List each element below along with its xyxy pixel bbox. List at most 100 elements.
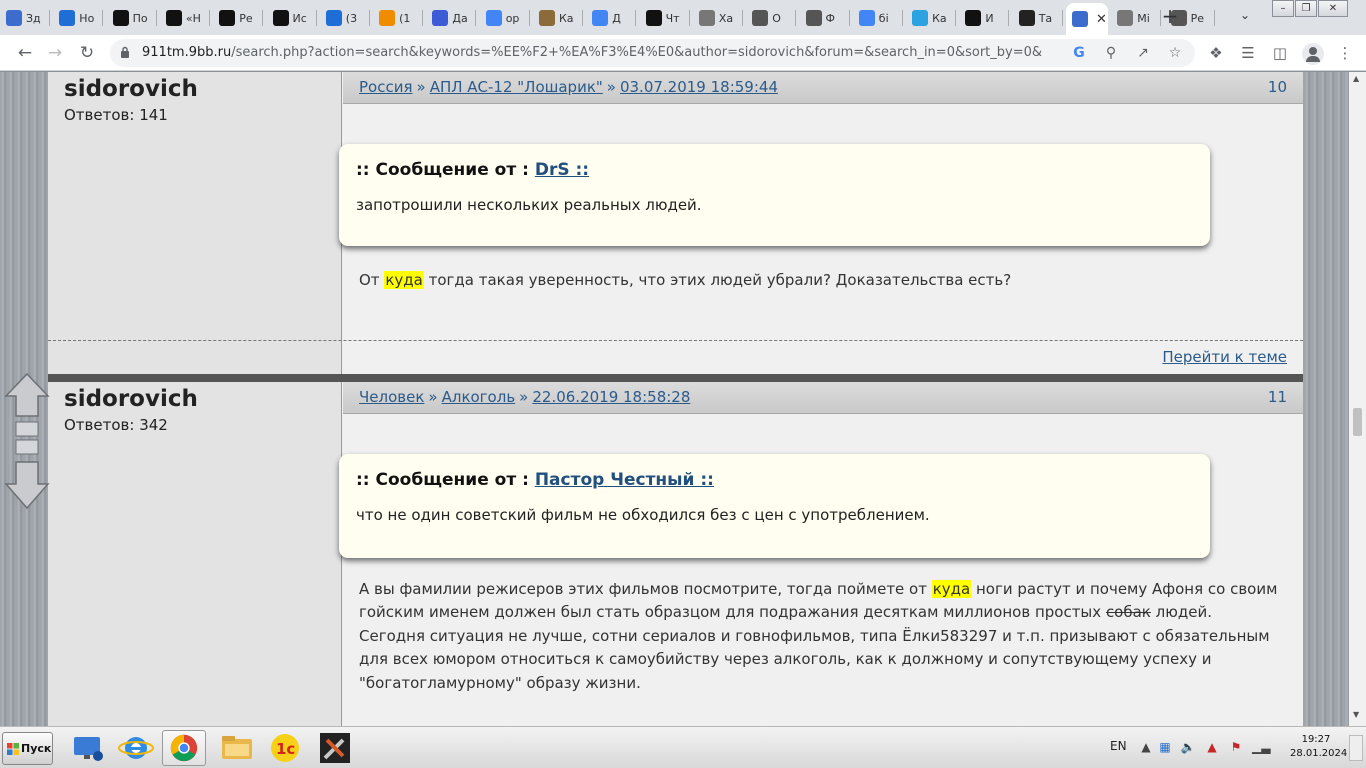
google-lens-icon[interactable]: G	[1070, 44, 1088, 62]
quote-header: :: Сообщение от : DrS ::	[356, 160, 590, 180]
restore-button[interactable]: ❐	[1295, 0, 1317, 17]
show-desktop-app-icon[interactable]	[66, 730, 110, 766]
scrollbar-thumb[interactable]	[1353, 408, 1362, 436]
browser-tab[interactable]: бі	[853, 6, 903, 30]
show-desktop-button[interactable]	[1349, 735, 1363, 761]
tab-title: О	[772, 11, 781, 25]
browser-tab[interactable]: (1	[373, 6, 424, 30]
vertical-scrollbar[interactable]: ▲ ▼	[1349, 72, 1366, 726]
share-icon[interactable]: ↗	[1134, 44, 1152, 62]
page-up-icon	[15, 421, 39, 437]
tab-search-chevron-icon[interactable]: ⌄	[1240, 8, 1250, 22]
browser-tab[interactable]: О	[746, 6, 797, 30]
post-line: гойским именем должен был стать образцом…	[359, 603, 1212, 622]
forward-arrow-icon[interactable]: →	[44, 42, 66, 64]
volume-icon[interactable]: 🔈	[1180, 739, 1196, 755]
browser-tab[interactable]: Зд	[0, 6, 50, 30]
close-window-button[interactable]: ✕	[1318, 0, 1348, 17]
breadcrumb-topic-link[interactable]: Алкоголь	[442, 388, 516, 406]
browser-tab[interactable]: Та	[1013, 6, 1063, 30]
tab-title: Мі	[1137, 11, 1150, 25]
network-tray-icon[interactable]: ▦	[1157, 739, 1173, 755]
post-header: Человек» Алкоголь» 22.06.2019 18:58:28 11	[343, 382, 1303, 414]
1c-icon[interactable]: 1с	[263, 730, 307, 766]
browser-tab[interactable]: Ре	[213, 6, 264, 30]
profile-avatar-icon[interactable]	[1302, 43, 1324, 65]
close-tab-icon[interactable]: ✕	[1096, 12, 1107, 27]
browser-tab[interactable]: Но	[53, 6, 104, 30]
antivirus-tray-icon[interactable]: ▲	[1204, 739, 1220, 755]
post-author[interactable]: sidorovich	[64, 76, 198, 102]
clock-time: 19:27	[1301, 734, 1331, 745]
quote-author-link[interactable]: Пастор Честный ::	[535, 470, 714, 490]
black-circle-plus-icon	[112, 10, 129, 26]
lock-icon[interactable]	[120, 46, 130, 58]
browser-tab[interactable]: «Н	[160, 6, 210, 30]
black-circle-plus-icon	[645, 10, 662, 26]
site-emblem-icon	[1117, 10, 1134, 26]
system-clock[interactable]: 19:27 28.01.2024	[1290, 733, 1347, 761]
browser-tab[interactable]: Ка	[533, 6, 583, 30]
menu-kebab-icon[interactable]: ⋮	[1335, 43, 1355, 63]
google-icon	[858, 10, 875, 26]
scroll-down-icon[interactable]: ▼	[1353, 710, 1359, 719]
breadcrumb-forum-link[interactable]: Человек	[359, 388, 424, 406]
browser-tab[interactable]: (3	[320, 6, 370, 30]
page-content: sidorovich Ответов: 141 Россия» АПЛ АС-12…	[0, 72, 1349, 726]
internet-explorer-icon[interactable]	[114, 730, 158, 766]
extensions-icon[interactable]: ❖	[1206, 43, 1226, 63]
goto-topic-link[interactable]: Перейти к теме	[1162, 348, 1287, 366]
browser-tab[interactable]: Ф	[800, 6, 850, 30]
breadcrumb-forum-link[interactable]: Россия	[359, 78, 413, 96]
tab-title: Та	[1038, 11, 1053, 25]
reload-icon[interactable]: ↻	[76, 42, 98, 64]
address-bar[interactable]: 911tm.9bb.ru/search.php?action=search&ke…	[110, 39, 1195, 67]
windows-logo-icon	[7, 743, 19, 755]
start-button[interactable]: Пуск	[2, 732, 53, 765]
chrome-icon[interactable]	[162, 730, 206, 766]
ok-icon	[379, 10, 396, 26]
browser-tab[interactable]: Ис	[267, 6, 317, 30]
browser-tab[interactable]: Ха	[693, 6, 743, 30]
browser-tab-active[interactable]: ✕	[1066, 3, 1108, 35]
browser-tab[interactable]: Да	[426, 6, 477, 30]
telegram-icon	[912, 10, 929, 26]
quote-author-link[interactable]: DrS ::	[535, 160, 589, 180]
back-arrow-icon[interactable]: ←	[14, 42, 36, 64]
post-author[interactable]: sidorovich	[64, 386, 198, 412]
envelope-icon	[325, 10, 342, 26]
language-indicator[interactable]: EN	[1110, 739, 1127, 753]
browser-tab[interactable]: Д	[586, 6, 637, 30]
media-queue-icon[interactable]: ☰	[1238, 43, 1258, 63]
browser-tab[interactable]: Мі	[1111, 6, 1162, 30]
side-panel-icon[interactable]: ◫	[1270, 43, 1290, 63]
bookmark-star-icon[interactable]: ☆	[1166, 44, 1184, 62]
tools-app-icon[interactable]	[313, 730, 357, 766]
google-icon	[485, 10, 502, 26]
browser-tab[interactable]: По	[107, 6, 157, 30]
post-line: для всех юмором относиться к самоубийств…	[359, 650, 1212, 669]
tray-expand-icon[interactable]: ▲	[1138, 739, 1154, 755]
page-scroll-widget[interactable]	[4, 372, 50, 510]
new-tab-button[interactable]: +	[1160, 6, 1180, 27]
breadcrumb-post-date-link[interactable]: 03.07.2019 18:59:44	[620, 78, 778, 96]
browser-tab[interactable]: Ка	[906, 6, 957, 30]
k-icon	[539, 10, 555, 26]
tab-title: Ре	[1190, 11, 1204, 25]
browser-tab[interactable]: ор	[480, 6, 530, 30]
scroll-up-icon[interactable]: ▲	[1353, 74, 1359, 83]
security-alert-icon[interactable]: ⚑	[1228, 739, 1244, 755]
browser-tab[interactable]: И	[959, 6, 1010, 30]
svg-text:1с: 1с	[276, 740, 295, 758]
signal-bars-icon[interactable]: ▁▃	[1252, 739, 1270, 755]
file-explorer-icon[interactable]	[215, 730, 259, 766]
breadcrumb-topic-link[interactable]: АПЛ АС-12 "Лошарик"	[430, 78, 603, 96]
black-circle-plus-icon	[219, 10, 236, 26]
minimize-button[interactable]: –	[1272, 0, 1294, 17]
site-emblem-icon	[698, 10, 715, 26]
browser-tab[interactable]: Чт	[640, 6, 690, 30]
zoom-icon[interactable]: ⚲	[1102, 44, 1120, 62]
breadcrumb-post-date-link[interactable]: 22.06.2019 18:58:28	[532, 388, 690, 406]
post-author-column: sidorovich Ответов: 342	[48, 382, 342, 726]
post-header: Россия» АПЛ АС-12 "Лошарик"» 03.07.2019 18…	[343, 72, 1303, 104]
